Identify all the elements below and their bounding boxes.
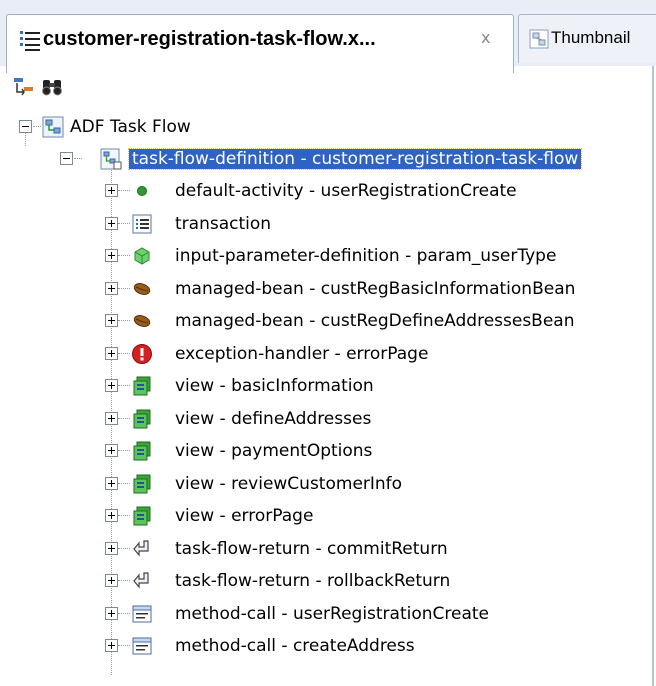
expand-toggle[interactable] bbox=[105, 249, 118, 262]
bean-icon bbox=[131, 310, 153, 332]
editor-tab-strip: customer-registration-task-flow.x... x T… bbox=[0, 0, 656, 73]
expand-toggle[interactable] bbox=[105, 574, 118, 587]
tree-node-label: exception-handler - errorPage bbox=[175, 343, 429, 364]
tree-connector bbox=[118, 255, 130, 257]
method-call-icon bbox=[131, 603, 153, 625]
tree-node-task-flow-definition[interactable]: task-flow-definition - customer-registra… bbox=[0, 146, 650, 172]
list-icon bbox=[131, 213, 153, 235]
tree-node[interactable]: method-call - userRegistrationCreate bbox=[0, 601, 650, 627]
tree-node[interactable]: default-activity - userRegistrationCreat… bbox=[0, 178, 650, 204]
tree-node[interactable]: method-call - createAddress bbox=[0, 633, 650, 659]
tree-node-label: view - errorPage bbox=[175, 506, 314, 526]
expand-toggle[interactable] bbox=[105, 379, 118, 392]
tree-node-label: method-call - createAddress bbox=[175, 636, 415, 656]
return-arrow-icon bbox=[131, 538, 153, 560]
tree-node-label: managed-bean - custRegDefineAddressesBea… bbox=[175, 311, 575, 331]
view-icon bbox=[131, 505, 153, 527]
tree-connector bbox=[118, 385, 130, 387]
tab-customer-registration-task-flow[interactable]: customer-registration-task-flow.x... x bbox=[6, 14, 514, 73]
task-flow-definition-icon bbox=[100, 148, 122, 170]
source-outline-icon bbox=[19, 29, 41, 53]
tree-node-label: input-parameter-definition - param_userT… bbox=[175, 246, 557, 266]
tree-node[interactable]: view - errorPage bbox=[0, 503, 650, 529]
expand-toggle[interactable] bbox=[105, 314, 118, 327]
tree-node-label: view - basicInformation bbox=[175, 376, 374, 396]
tree-connector bbox=[118, 320, 130, 322]
expand-toggle[interactable] bbox=[105, 346, 118, 360]
tree-node[interactable]: view - paymentOptions bbox=[0, 438, 650, 464]
tree-node-label: task-flow-return - commitReturn bbox=[175, 538, 448, 559]
tree-node[interactable]: task-flow-return - commitReturn bbox=[0, 536, 650, 562]
tree-connector bbox=[118, 450, 130, 452]
expand-toggle[interactable] bbox=[105, 541, 118, 555]
tree-node[interactable]: exception-handler - errorPage bbox=[0, 341, 650, 367]
tree-connector bbox=[118, 580, 130, 582]
collapse-toggle[interactable] bbox=[19, 120, 32, 133]
view-icon bbox=[131, 473, 153, 495]
tree-connector bbox=[118, 612, 130, 615]
expand-toggle[interactable] bbox=[105, 444, 118, 457]
tab-title: customer-registration-task-flow.x... bbox=[43, 28, 376, 50]
tree-connector bbox=[33, 126, 41, 128]
tree-node-label: transaction bbox=[175, 213, 272, 234]
tree-node[interactable]: input-parameter-definition - param_userT… bbox=[0, 243, 650, 269]
expand-toggle[interactable] bbox=[105, 281, 118, 295]
tree-connector bbox=[118, 482, 130, 485]
tree-connector bbox=[118, 547, 130, 550]
expand-toggle[interactable] bbox=[105, 476, 118, 490]
expand-toggle[interactable] bbox=[105, 411, 118, 425]
expand-toggle[interactable] bbox=[105, 639, 118, 652]
tree-node-label: view - paymentOptions bbox=[175, 441, 373, 461]
green-dot-icon bbox=[131, 180, 153, 202]
tab-title: Thumbnail bbox=[551, 28, 631, 47]
tree-node[interactable]: managed-bean - custRegDefineAddressesBea… bbox=[0, 308, 650, 334]
tree-node[interactable]: transaction bbox=[0, 211, 650, 237]
view-icon bbox=[131, 408, 153, 430]
expand-toggle[interactable] bbox=[105, 184, 118, 197]
view-icon bbox=[131, 375, 153, 397]
tree-node[interactable]: managed-bean - custRegBasicInformationBe… bbox=[0, 276, 650, 302]
input-parameter-icon bbox=[131, 245, 153, 267]
task-flow-icon bbox=[42, 116, 64, 138]
tree-node-label: task-flow-definition - customer-registra… bbox=[127, 148, 583, 170]
tree-node[interactable]: view - basicInformation bbox=[0, 373, 650, 399]
tree-connector bbox=[74, 158, 82, 160]
tree-node-label: task-flow-return - rollbackReturn bbox=[175, 571, 451, 591]
panel-border bbox=[652, 66, 654, 686]
bean-icon bbox=[131, 278, 153, 300]
tree-connector bbox=[118, 352, 130, 355]
collapse-toggle[interactable] bbox=[60, 152, 73, 165]
tree-node-label: method-call - userRegistrationCreate bbox=[175, 603, 490, 624]
tree-node[interactable]: view - defineAddresses bbox=[0, 406, 650, 432]
thumbnail-icon bbox=[529, 29, 549, 49]
tree-connector bbox=[118, 190, 130, 192]
tree-connector bbox=[118, 222, 130, 225]
return-arrow-icon bbox=[131, 570, 153, 592]
tree-node-label: view - defineAddresses bbox=[175, 408, 372, 429]
expand-toggle[interactable] bbox=[105, 606, 118, 620]
exclamation-icon bbox=[131, 343, 153, 365]
expand-toggle[interactable] bbox=[105, 509, 118, 522]
tree-node-label: view - reviewCustomerInfo bbox=[175, 473, 403, 494]
binoculars-icon[interactable] bbox=[40, 75, 64, 99]
method-call-icon bbox=[131, 635, 153, 657]
tab-thumbnail[interactable]: Thumbnail bbox=[518, 14, 656, 63]
tree-connector bbox=[118, 515, 130, 517]
tree-node-label: ADF Task Flow bbox=[70, 117, 191, 137]
tree-connector bbox=[118, 287, 130, 290]
tree-connector bbox=[118, 645, 130, 647]
close-icon[interactable]: x bbox=[481, 28, 490, 47]
tree-node-adf-task-flow[interactable]: ADF Task Flow bbox=[0, 114, 650, 140]
tree-node-label: managed-bean - custRegBasicInformationBe… bbox=[175, 278, 576, 299]
expand-toggle[interactable] bbox=[105, 216, 118, 230]
tree-connector bbox=[118, 417, 130, 420]
tree-node-label: default-activity - userRegistrationCreat… bbox=[175, 181, 517, 201]
tree-sort-icon[interactable] bbox=[12, 75, 36, 99]
view-icon bbox=[131, 440, 153, 462]
tree-node[interactable]: task-flow-return - rollbackReturn bbox=[0, 568, 650, 594]
tree-node[interactable]: view - reviewCustomerInfo bbox=[0, 471, 650, 497]
